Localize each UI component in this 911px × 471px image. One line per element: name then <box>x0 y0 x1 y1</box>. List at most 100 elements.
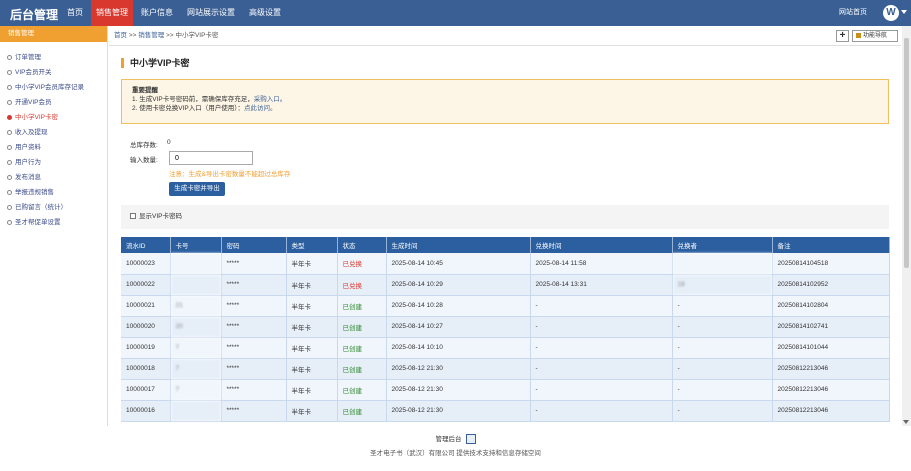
cell-id: 10000021 <box>121 295 171 317</box>
sidebar-item-label: 开通VIP会员 <box>15 99 52 106</box>
footer-admin-row: 管理后台 <box>0 433 911 444</box>
cell-status: 已创建 <box>337 358 387 380</box>
function-nav-button[interactable]: 功能导航 <box>852 30 898 42</box>
table-row[interactable]: 10000017 7 ***** 半年卡 已创建 2025-08-12 21:3… <box>121 379 890 401</box>
sidebar-item-open-vip[interactable]: 开通VIP会员 <box>0 97 106 109</box>
cell-id: 10000022 <box>121 274 171 296</box>
scroll-down-icon[interactable] <box>903 420 909 424</box>
cell-user: - <box>672 295 773 317</box>
cell-password: ***** <box>221 316 287 338</box>
cell-status: 已创建 <box>337 379 387 401</box>
sidebar-item-orders[interactable]: 订单管理 <box>0 52 106 64</box>
table-row[interactable]: 10000018 7 ***** 半年卡 已创建 2025-08-12 21:3… <box>121 358 890 380</box>
table-row[interactable]: 10000022 ***** 半年卡 已兑换 2025-08-14 10:29 … <box>121 274 890 296</box>
show-password-checkbox[interactable] <box>130 213 136 219</box>
sidebar-header: 销售管理 <box>0 26 107 42</box>
bullet-icon <box>7 174 12 180</box>
sidebar-item-publish[interactable]: 发布消息 <box>0 172 106 184</box>
cell-note: 20250814102804 <box>772 295 890 317</box>
cell-created: 2025-08-14 10:27 <box>386 316 531 338</box>
bullet-icon <box>7 219 12 225</box>
cell-status: 已创建 <box>337 295 387 317</box>
sidebar-item-label: 订单管理 <box>15 54 41 61</box>
sidebar-item-vip-cards[interactable]: 中小学VIP卡密 <box>0 112 106 124</box>
add-tab-button[interactable]: + <box>836 30 849 42</box>
quantity-input[interactable] <box>169 151 253 165</box>
cell-note: 20250814102952 <box>772 274 890 296</box>
sidebar-item-messages[interactable]: 已购留言（统计） <box>0 202 106 214</box>
cell-card <box>170 274 222 296</box>
column-header: 备注 <box>772 237 890 253</box>
page-title: 中小学VIP卡密 <box>121 58 190 68</box>
site-home-link[interactable]: 网站首页 <box>839 0 867 26</box>
purchase-link[interactable]: 采购入口。 <box>254 96 287 103</box>
cell-status: 已兑换 <box>337 253 387 275</box>
topnav-home[interactable]: 首页 <box>62 0 88 26</box>
cell-id: 10000016 <box>121 400 171 422</box>
notice-box: 重要提醒 1. 生成VIP卡号密码前，需确保库存充足，采购入口。 2. 使用卡密… <box>121 79 889 124</box>
sidebar-item-promo[interactable]: 圣才帮促单设置 <box>0 217 106 229</box>
cell-user: - <box>672 379 773 401</box>
sidebar-item-vip-switch[interactable]: VIP会员开关 <box>0 67 106 79</box>
scrollbar-thumb[interactable] <box>904 38 909 268</box>
vertical-scrollbar[interactable] <box>902 26 911 426</box>
breadcrumb-current: 中小学VIP卡密 <box>175 32 219 39</box>
column-header: 兑换者 <box>672 237 773 253</box>
notice-line-1: 1. 生成VIP卡号密码前，需确保库存充足，采购入口。 <box>132 95 878 104</box>
redeem-link[interactable]: 点此访问。 <box>244 105 277 112</box>
cell-created: 2025-08-12 21:30 <box>386 358 531 380</box>
cell-created: 2025-08-14 10:29 <box>386 274 531 296</box>
breadcrumb-section[interactable]: 销售管理 <box>138 32 164 39</box>
table-row[interactable]: 10000023 ***** 半年卡 已兑换 2025-08-14 10:45 … <box>121 253 890 275</box>
avatar[interactable]: W <box>883 5 899 21</box>
sidebar-item-user-behavior[interactable]: 用户行为 <box>0 157 106 169</box>
chevron-down-icon[interactable] <box>901 10 907 14</box>
cell-type: 半年卡 <box>286 253 338 275</box>
cell-user: 18 <box>672 274 773 296</box>
home-icon[interactable] <box>465 434 476 444</box>
cell-redeemed: - <box>530 358 673 380</box>
table-row[interactable]: 10000019 7 ***** 半年卡 已创建 2025-08-14 10:1… <box>121 337 890 359</box>
table-row[interactable]: 10000020 20 ***** 半年卡 已创建 2025-08-14 10:… <box>121 316 890 338</box>
cell-created: 2025-08-14 10:28 <box>386 295 531 317</box>
stock-label: 总库存数: <box>130 142 158 149</box>
cell-note: 20250812213046 <box>772 400 890 422</box>
cell-id: 10000018 <box>121 358 171 380</box>
bullet-icon <box>7 69 12 75</box>
cell-note: 20250814101044 <box>772 337 890 359</box>
cell-password: ***** <box>221 379 287 401</box>
sidebar-item-report[interactable]: 举报违规销售 <box>0 187 106 199</box>
cell-status: 已创建 <box>337 400 387 422</box>
cell-user: - <box>672 316 773 338</box>
cell-redeemed: - <box>530 337 673 359</box>
table-row[interactable]: 10000021 21 ***** 半年卡 已创建 2025-08-14 10:… <box>121 295 890 317</box>
table-row[interactable]: 10000016 ***** 半年卡 已创建 2025-08-12 21:30 … <box>121 400 890 422</box>
cell-redeemed: - <box>530 400 673 422</box>
function-nav-label: 功能导航 <box>863 33 888 39</box>
sidebar-item-label: 圣才帮促单设置 <box>15 219 61 226</box>
sidebar-item-income[interactable]: 收入及提现 <box>0 127 106 139</box>
topnav-sales[interactable]: 销售管理 <box>91 0 133 26</box>
vip-card-table: 流水ID 卡号 密码 类型 状态 生成时间 兑换时间 兑换者 备注 100000… <box>121 237 890 422</box>
breadcrumb: 首页 >> 销售管理 >> 中小学VIP卡密 <box>114 26 218 46</box>
cell-redeemed: - <box>530 316 673 338</box>
cell-card <box>170 400 222 422</box>
sidebar-item-vip-stock[interactable]: 中小学VIP会员库存记录 <box>0 82 106 94</box>
cell-user: - <box>672 358 773 380</box>
cell-type: 半年卡 <box>286 358 338 380</box>
breadcrumb-home[interactable]: 首页 <box>114 32 127 39</box>
sidebar-item-label: 举报违规销售 <box>15 189 54 196</box>
topnav-advanced[interactable]: 高级设置 <box>244 0 286 26</box>
quantity-label: 输入数量: <box>130 157 158 164</box>
cell-created: 2025-08-14 10:10 <box>386 337 531 359</box>
sidebar-item-user-profile[interactable]: 用户资料 <box>0 142 106 154</box>
cell-redeemed: 2025-08-14 13:31 <box>530 274 673 296</box>
cell-type: 半年卡 <box>286 337 338 359</box>
breadcrumb-separator: >> <box>128 32 137 39</box>
cell-type: 半年卡 <box>286 274 338 296</box>
topnav-account[interactable]: 账户信息 <box>136 0 178 26</box>
topnav-site-display[interactable]: 网站展示设置 <box>182 0 240 26</box>
cell-status: 已兑换 <box>337 274 387 296</box>
show-password-label[interactable]: 显示VIP卡密码 <box>139 213 182 220</box>
generate-export-button[interactable]: 生成卡密并导出 <box>169 182 225 196</box>
